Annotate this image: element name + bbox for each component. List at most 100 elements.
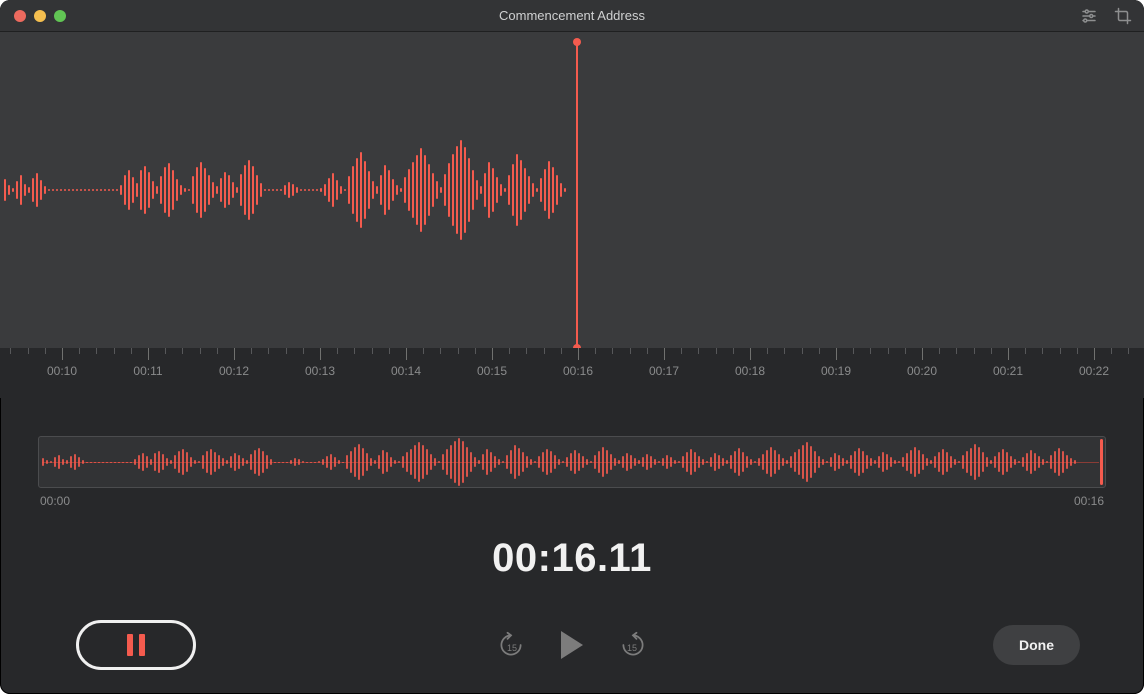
overview-bar	[234, 453, 236, 471]
fullscreen-window-button[interactable]	[54, 10, 66, 22]
waveform-bar	[532, 183, 534, 197]
close-window-button[interactable]	[14, 10, 26, 22]
waveform-bar	[456, 146, 458, 234]
pause-record-button[interactable]	[76, 620, 196, 670]
overview-bar	[810, 446, 812, 478]
done-button[interactable]: Done	[993, 625, 1080, 665]
overview-bar	[566, 457, 568, 467]
overview-bar	[1062, 451, 1064, 473]
skip-forward-button[interactable]: 15	[619, 631, 647, 659]
overview-bar	[1010, 456, 1012, 468]
overview-bar	[630, 455, 632, 469]
overview-bar	[558, 459, 560, 465]
overview-bar	[682, 456, 684, 468]
overview-bar	[198, 461, 200, 463]
overview-bar	[238, 455, 240, 469]
overview-bar	[330, 454, 332, 470]
overview-bar	[190, 457, 192, 467]
waveform-bar	[184, 188, 186, 192]
waveform-bar	[264, 189, 266, 191]
overview-bar	[830, 457, 832, 467]
waveform-bar	[24, 184, 26, 196]
overview-waveform[interactable]	[38, 436, 1106, 488]
overview-bar	[910, 450, 912, 474]
overview-bar	[962, 455, 964, 469]
waveform-bar	[276, 189, 278, 191]
waveform-bar	[140, 170, 142, 210]
overview-bar	[570, 453, 572, 471]
overview-bar	[770, 447, 772, 477]
overview-bar	[42, 458, 44, 466]
waveform-bar	[108, 189, 110, 191]
overview-bar	[134, 459, 136, 465]
skip-back-button[interactable]: 15	[497, 631, 525, 659]
waveform-bar	[196, 167, 198, 213]
waveform-bar	[484, 173, 486, 207]
waveform-bar	[500, 184, 502, 196]
overview-bar	[886, 454, 888, 470]
overview-bar	[994, 456, 996, 468]
overview-bar	[906, 453, 908, 471]
waveform-bar	[360, 152, 362, 228]
waveform-bar	[372, 181, 374, 199]
waveform-bar	[120, 185, 122, 195]
overview-bar	[230, 456, 232, 468]
waveform-bar	[512, 164, 514, 216]
overview-bar	[942, 449, 944, 475]
pause-icon	[127, 634, 145, 656]
overview-bar	[762, 454, 764, 470]
overview-bar	[798, 449, 800, 475]
overview-bar	[534, 461, 536, 463]
overview-bar	[726, 460, 728, 464]
overview-bar	[790, 456, 792, 468]
play-button[interactable]	[561, 631, 583, 659]
waveform-bar	[80, 189, 82, 191]
waveform-bar	[404, 177, 406, 203]
waveform-bar	[324, 184, 326, 196]
ruler-label: 00:17	[649, 364, 679, 378]
overview-bar	[1034, 453, 1036, 471]
overview-bar	[694, 452, 696, 472]
overview-bar	[154, 453, 156, 471]
overview-bar	[946, 452, 948, 472]
crop-icon[interactable]	[1114, 7, 1132, 25]
overview-bar	[282, 462, 284, 463]
detail-waveform[interactable]	[0, 32, 1144, 348]
settings-icon[interactable]	[1080, 7, 1098, 25]
overview-bar	[870, 458, 872, 466]
transport-controls: 15 15 Done	[0, 620, 1144, 670]
playhead[interactable]	[576, 42, 578, 348]
waveform-bar	[388, 170, 390, 210]
overview-bar	[414, 445, 416, 479]
overview-bar	[506, 455, 508, 469]
waveform-bar	[352, 166, 354, 214]
waveform-bar	[164, 167, 166, 213]
overview-bar	[258, 448, 260, 476]
waveform-bar	[172, 170, 174, 210]
waveform-bar	[288, 182, 290, 198]
waveform-bar	[100, 189, 102, 191]
overview-bar	[454, 441, 456, 483]
waveform-bar	[516, 154, 518, 226]
overview-bar	[494, 456, 496, 468]
play-icon	[561, 631, 583, 659]
waveform-bar	[68, 189, 70, 191]
overview-bar	[410, 449, 412, 475]
overview-playhead[interactable]	[1100, 439, 1103, 485]
overview-bar	[782, 458, 784, 466]
waveform-bar	[508, 175, 510, 205]
overview-bar	[338, 460, 340, 464]
waveform-bar	[52, 189, 54, 191]
waveform-bar	[444, 174, 446, 206]
waveform-bar	[440, 187, 442, 193]
overview-start-time: 00:00	[40, 494, 70, 508]
waveform-bar	[520, 160, 522, 220]
minimize-window-button[interactable]	[34, 10, 46, 22]
overview-bar	[894, 460, 896, 464]
overview-bar	[262, 451, 264, 473]
waveform-bar	[428, 164, 430, 216]
overview-bar	[462, 441, 464, 483]
overview-bar	[822, 459, 824, 465]
overview-bar	[322, 459, 324, 465]
waveform-bar	[272, 189, 274, 191]
